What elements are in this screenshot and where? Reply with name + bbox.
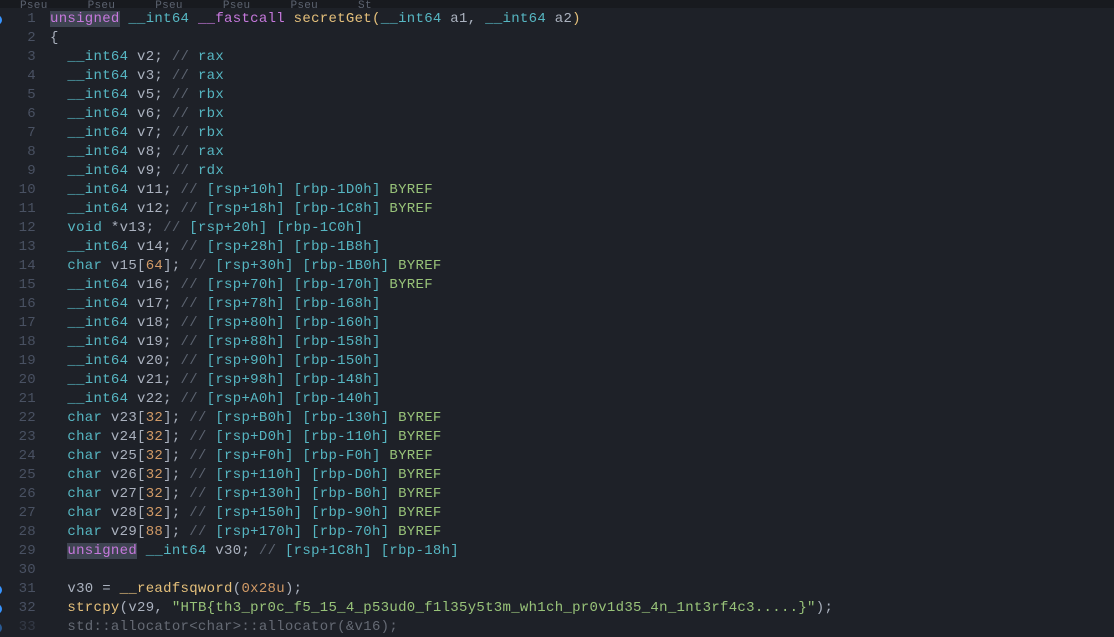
code-line[interactable]: __int64 v5; // rbx bbox=[50, 86, 1114, 105]
line-number[interactable]: 14 bbox=[0, 257, 36, 276]
code-line[interactable]: void *v13; // [rsp+20h] [rbp-1C0h] bbox=[50, 219, 1114, 238]
line-number[interactable]: 18 bbox=[0, 333, 36, 352]
code-line[interactable]: __int64 v14; // [rsp+28h] [rbp-1B8h] bbox=[50, 238, 1114, 257]
code-content[interactable]: unsigned __int64 __fastcall secretGet(__… bbox=[48, 8, 1114, 628]
line-number[interactable]: 29 bbox=[0, 542, 36, 561]
line-number[interactable]: 8 bbox=[0, 143, 36, 162]
tab[interactable]: St bbox=[338, 0, 392, 8]
code-line[interactable]: unsigned __int64 __fastcall secretGet(__… bbox=[50, 10, 1114, 29]
line-number[interactable]: 5 bbox=[0, 86, 36, 105]
code-line[interactable]: char v26[32]; // [rsp+110h] [rbp-D0h] BY… bbox=[50, 466, 1114, 485]
line-number[interactable]: 2 bbox=[0, 29, 36, 48]
line-number[interactable]: 13 bbox=[0, 238, 36, 257]
code-line[interactable]: __int64 v16; // [rsp+70h] [rbp-170h] BYR… bbox=[50, 276, 1114, 295]
tab[interactable]: Pseu bbox=[0, 0, 68, 8]
tab[interactable]: Pseu bbox=[270, 0, 338, 8]
code-line[interactable]: strcpy(v29, "HTB{th3_pr0c_f5_15_4_p53ud0… bbox=[50, 599, 1114, 618]
line-number[interactable]: 27 bbox=[0, 504, 36, 523]
line-number[interactable]: 1 bbox=[0, 10, 36, 29]
line-number[interactable]: 15 bbox=[0, 276, 36, 295]
line-number[interactable]: 24 bbox=[0, 447, 36, 466]
code-line[interactable]: __int64 v20; // [rsp+90h] [rbp-150h] bbox=[50, 352, 1114, 371]
code-line[interactable]: __int64 v21; // [rsp+98h] [rbp-148h] bbox=[50, 371, 1114, 390]
line-number[interactable]: 17 bbox=[0, 314, 36, 333]
code-line[interactable]: __int64 v8; // rax bbox=[50, 143, 1114, 162]
line-number[interactable]: 6 bbox=[0, 105, 36, 124]
line-number[interactable]: 7 bbox=[0, 124, 36, 143]
tab[interactable]: Pseu bbox=[135, 0, 203, 8]
line-number[interactable]: 23 bbox=[0, 428, 36, 447]
code-line[interactable]: char v23[32]; // [rsp+B0h] [rbp-130h] BY… bbox=[50, 409, 1114, 428]
breakpoint-icon[interactable] bbox=[0, 585, 2, 595]
code-line[interactable]: { bbox=[50, 29, 1114, 48]
code-line[interactable]: __int64 v17; // [rsp+78h] [rbp-168h] bbox=[50, 295, 1114, 314]
code-line[interactable]: __int64 v12; // [rsp+18h] [rbp-1C8h] BYR… bbox=[50, 200, 1114, 219]
line-number[interactable]: 30 bbox=[0, 561, 36, 580]
breakpoint-icon[interactable] bbox=[0, 15, 2, 25]
tab[interactable]: Pseu bbox=[203, 0, 271, 8]
code-line[interactable]: char v15[64]; // [rsp+30h] [rbp-1B0h] BY… bbox=[50, 257, 1114, 276]
line-number[interactable]: 16 bbox=[0, 295, 36, 314]
code-line[interactable]: char v25[32]; // [rsp+F0h] [rbp-F0h] BYR… bbox=[50, 447, 1114, 466]
code-line[interactable]: __int64 v18; // [rsp+80h] [rbp-160h] bbox=[50, 314, 1114, 333]
line-number[interactable]: 4 bbox=[0, 67, 36, 86]
code-line[interactable]: __int64 v19; // [rsp+88h] [rbp-158h] bbox=[50, 333, 1114, 352]
breakpoint-icon[interactable] bbox=[0, 623, 2, 633]
code-editor: 1234567891011121314151617181920212223242… bbox=[0, 8, 1114, 628]
tab[interactable]: Pseu bbox=[68, 0, 136, 8]
line-number[interactable]: 21 bbox=[0, 390, 36, 409]
breakpoint-icon[interactable] bbox=[0, 604, 2, 614]
code-line[interactable]: __int64 v3; // rax bbox=[50, 67, 1114, 86]
line-number[interactable]: 26 bbox=[0, 485, 36, 504]
code-line[interactable]: char v24[32]; // [rsp+D0h] [rbp-110h] BY… bbox=[50, 428, 1114, 447]
code-line[interactable]: __int64 v22; // [rsp+A0h] [rbp-140h] bbox=[50, 390, 1114, 409]
tab-bar: PseuPseuPseuPseuPseuSt bbox=[0, 0, 1114, 8]
code-line[interactable]: __int64 v6; // rbx bbox=[50, 105, 1114, 124]
code-line[interactable]: char v27[32]; // [rsp+130h] [rbp-B0h] BY… bbox=[50, 485, 1114, 504]
line-number[interactable]: 20 bbox=[0, 371, 36, 390]
line-number[interactable]: 10 bbox=[0, 181, 36, 200]
line-number-gutter[interactable]: 1234567891011121314151617181920212223242… bbox=[0, 8, 48, 628]
line-number[interactable]: 31 bbox=[0, 580, 36, 599]
code-line[interactable]: char v29[88]; // [rsp+170h] [rbp-70h] BY… bbox=[50, 523, 1114, 542]
code-line[interactable]: v30 = __readfsqword(0x28u); bbox=[50, 580, 1114, 599]
line-number[interactable]: 25 bbox=[0, 466, 36, 485]
line-number[interactable]: 11 bbox=[0, 200, 36, 219]
line-number[interactable]: 22 bbox=[0, 409, 36, 428]
code-line[interactable]: unsigned __int64 v30; // [rsp+1C8h] [rbp… bbox=[50, 542, 1114, 561]
code-line[interactable]: __int64 v7; // rbx bbox=[50, 124, 1114, 143]
line-number[interactable]: 9 bbox=[0, 162, 36, 181]
code-line[interactable]: __int64 v9; // rdx bbox=[50, 162, 1114, 181]
line-number[interactable]: 3 bbox=[0, 48, 36, 67]
line-number[interactable]: 28 bbox=[0, 523, 36, 542]
line-number[interactable]: 32 bbox=[0, 599, 36, 618]
code-line[interactable] bbox=[50, 561, 1114, 580]
line-number[interactable]: 19 bbox=[0, 352, 36, 371]
code-line[interactable]: __int64 v11; // [rsp+10h] [rbp-1D0h] BYR… bbox=[50, 181, 1114, 200]
code-line[interactable]: __int64 v2; // rax bbox=[50, 48, 1114, 67]
code-line[interactable]: char v28[32]; // [rsp+150h] [rbp-90h] BY… bbox=[50, 504, 1114, 523]
line-number[interactable]: 12 bbox=[0, 219, 36, 238]
